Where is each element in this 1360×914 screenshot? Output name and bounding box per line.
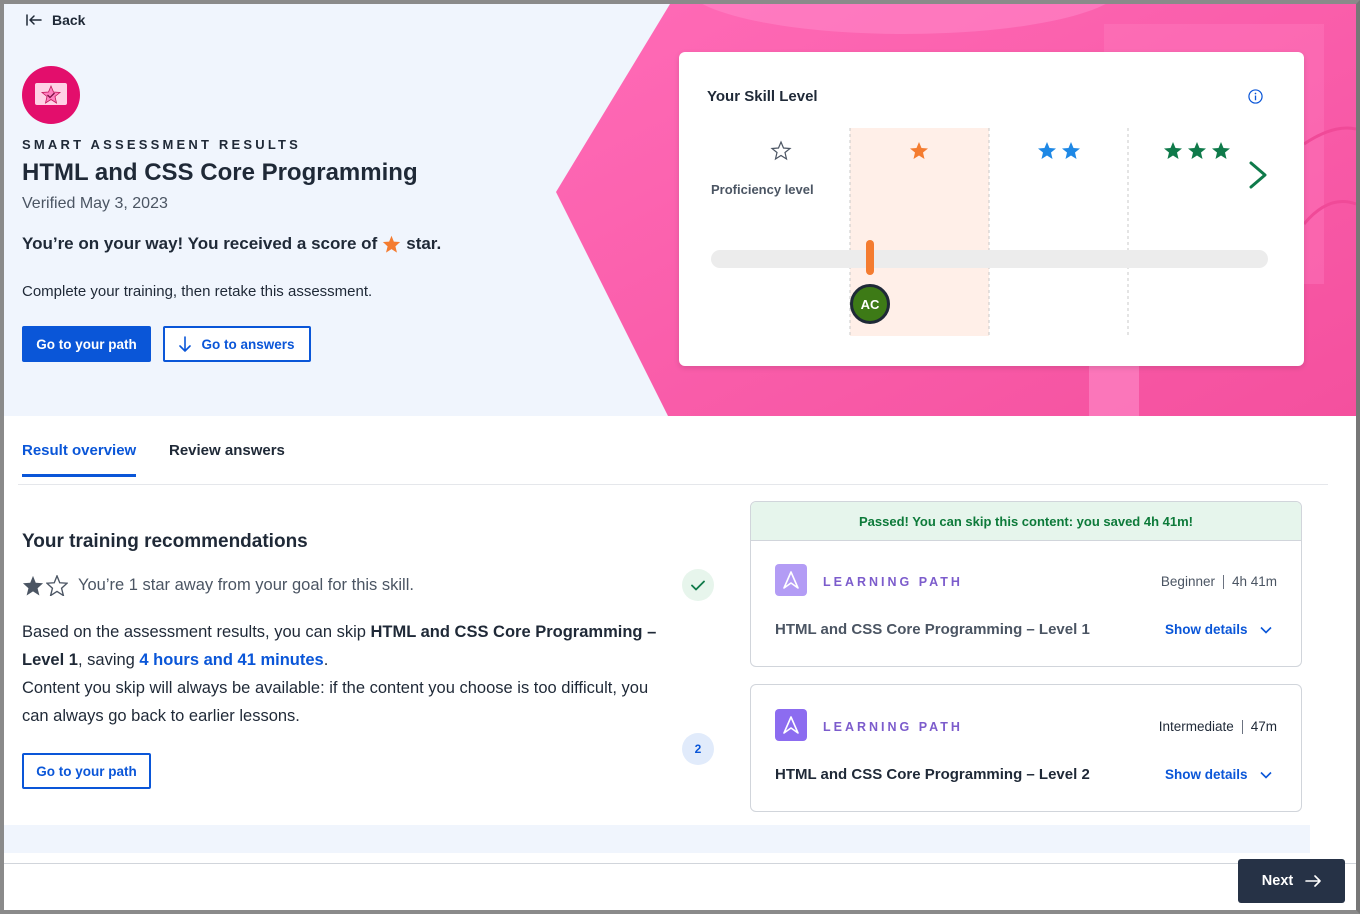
path-name: HTML and CSS Core Programming – Level 2 bbox=[775, 766, 1090, 783]
learning-path-icon bbox=[775, 709, 807, 741]
result-tabs: Result overview Review answers bbox=[18, 428, 1328, 485]
body-text-4: Content you skip will always be availabl… bbox=[22, 679, 649, 725]
chevron-down-icon bbox=[1259, 771, 1272, 779]
path-meta: Beginner 4h 41m bbox=[1161, 574, 1277, 589]
arrow-down-icon bbox=[179, 336, 192, 352]
body-text-3: . bbox=[323, 651, 329, 669]
score-text-before: You’re on your way! You received a score… bbox=[22, 234, 378, 253]
show-details-button[interactable]: Show details bbox=[1165, 767, 1272, 782]
go-to-answers-button[interactable]: Go to answers bbox=[163, 326, 311, 362]
show-details-label: Show details bbox=[1165, 622, 1248, 637]
learning-path-card-2: LEARNING PATH Intermediate 47m HTML and … bbox=[750, 684, 1302, 812]
step-number-badge: 2 bbox=[682, 733, 714, 765]
content-footer-band bbox=[4, 825, 1310, 853]
arrow-right-icon bbox=[1305, 875, 1322, 887]
recommendations-title: Your training recommendations bbox=[22, 531, 308, 552]
learning-path-icon bbox=[775, 564, 807, 596]
path-duration: 4h 41m bbox=[1231, 574, 1277, 589]
page-title: HTML and CSS Core Programming bbox=[22, 159, 418, 186]
chevron-down-icon bbox=[1259, 626, 1272, 634]
score-text-after: star. bbox=[406, 234, 442, 253]
info-icon[interactable] bbox=[1248, 89, 1263, 104]
meta-divider bbox=[1222, 574, 1224, 589]
path-name: HTML and CSS Core Programming – Level 1 bbox=[775, 621, 1090, 638]
path-meta: Intermediate 47m bbox=[1159, 719, 1277, 734]
goal-text: You’re 1 star away from your goal for th… bbox=[78, 576, 414, 594]
back-link[interactable]: Back bbox=[26, 12, 85, 28]
show-details-label: Show details bbox=[1165, 767, 1248, 782]
step-complete-icon bbox=[682, 569, 714, 601]
goal-stars bbox=[22, 575, 68, 596]
empty-star-icon bbox=[46, 575, 68, 596]
go-to-answers-label: Go to answers bbox=[201, 336, 295, 352]
page-kicker: SMART ASSESSMENT RESULTS bbox=[22, 137, 302, 152]
next-label: Next bbox=[1261, 873, 1294, 889]
assessment-badge-icon bbox=[22, 66, 80, 124]
meta-divider bbox=[1241, 719, 1243, 734]
passed-banner: Passed! You can skip this content: you s… bbox=[751, 502, 1301, 541]
arrow-left-icon bbox=[26, 14, 42, 26]
tab-result-overview[interactable]: Result overview bbox=[22, 442, 137, 477]
filled-star-icon bbox=[22, 575, 44, 596]
next-button[interactable]: Next bbox=[1238, 859, 1345, 903]
learning-path-type: LEARNING PATH bbox=[823, 720, 963, 734]
verified-date: Verified May 3, 2023 bbox=[22, 195, 168, 212]
hero-section: Back SMART ASSESSMENT RESULTS HTML and C… bbox=[4, 4, 1356, 416]
body-text-1: Based on the assessment results, you can… bbox=[22, 623, 371, 641]
learning-path-type: LEARNING PATH bbox=[823, 575, 963, 589]
skill-card-title: Your Skill Level bbox=[707, 88, 818, 105]
score-summary: You’re on your way! You received a score… bbox=[22, 234, 441, 254]
tab-review-answers[interactable]: Review answers bbox=[169, 442, 285, 474]
learning-path-card-1: Passed! You can skip this content: you s… bbox=[750, 501, 1302, 667]
hero-subtext: Complete your training, then retake this… bbox=[22, 283, 373, 300]
path-duration: 47m bbox=[1250, 719, 1277, 734]
go-to-path-button-secondary[interactable]: Go to your path bbox=[22, 753, 151, 789]
goal-row: You’re 1 star away from your goal for th… bbox=[22, 575, 414, 596]
footer-divider bbox=[4, 863, 1356, 864]
body-text-2: , saving bbox=[77, 651, 140, 669]
skill-level-card: Your Skill Level Proficiency level AC bbox=[679, 52, 1304, 366]
time-saved-link[interactable]: 4 hours and 41 minutes bbox=[139, 651, 323, 669]
go-to-path-button[interactable]: Go to your path bbox=[22, 326, 151, 362]
recommendations-body: Based on the assessment results, you can… bbox=[22, 618, 672, 730]
path-level: Intermediate bbox=[1158, 719, 1234, 734]
back-label: Back bbox=[52, 12, 86, 28]
avatar: AC bbox=[850, 284, 890, 324]
proficiency-label: Proficiency level bbox=[711, 182, 814, 197]
path-level: Beginner bbox=[1160, 574, 1215, 589]
show-details-button[interactable]: Show details bbox=[1165, 622, 1272, 637]
orange-star-icon bbox=[383, 235, 401, 253]
